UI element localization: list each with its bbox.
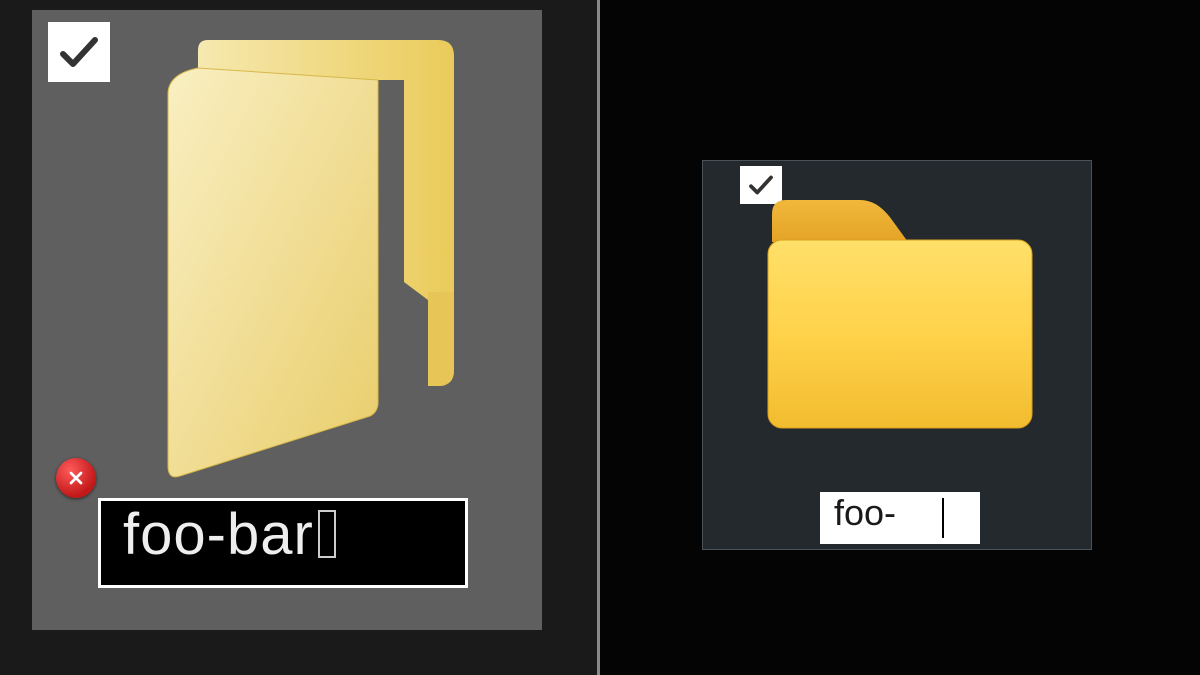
right-pane: foo-: [597, 0, 1200, 675]
text-caret: [942, 498, 944, 538]
invalid-char-glyph: [318, 510, 336, 558]
folder-rename-input[interactable]: foo-: [820, 492, 980, 544]
folder-open-icon: [128, 40, 468, 480]
selection-checkbox[interactable]: [48, 22, 110, 82]
folder-rename-input[interactable]: foo-bar: [98, 498, 468, 588]
error-x-icon: [66, 468, 86, 488]
left-pane: foo-bar: [0, 0, 597, 675]
folder-name-text: foo-: [834, 492, 896, 533]
folder-name-text: foo-bar: [123, 502, 314, 567]
error-badge: [56, 458, 96, 498]
check-icon: [55, 28, 103, 76]
folder-closed-icon: [760, 198, 1040, 438]
check-icon: [746, 170, 776, 200]
